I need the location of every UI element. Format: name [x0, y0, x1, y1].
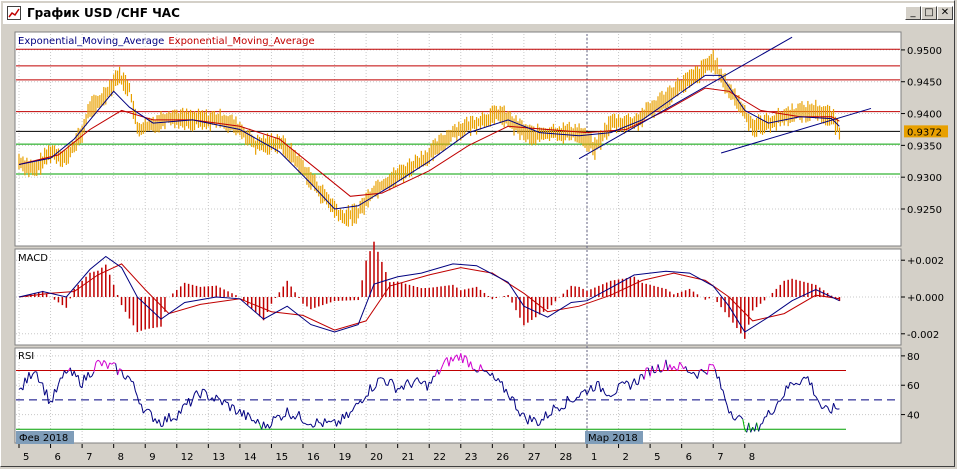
x-tick-label: 1	[591, 452, 597, 463]
rsi-segment	[821, 407, 824, 410]
rsi-segment	[653, 371, 657, 374]
macd-pane-title: MACD	[18, 253, 48, 264]
x-tick-label: 7	[717, 452, 723, 463]
current-price-label: 0.9372	[907, 127, 942, 138]
y-tick-label: 0.9350	[907, 141, 942, 152]
rsi-segment	[377, 377, 381, 379]
x-tick-label: 28	[559, 452, 572, 463]
rsi-segment	[571, 400, 574, 403]
x-tick-label: 22	[433, 452, 446, 463]
x-tick-label: 12	[181, 452, 194, 463]
month-label: Фев 2018	[19, 433, 68, 444]
rsi-segment	[38, 381, 41, 384]
y-tick-label: +0.000	[907, 293, 944, 304]
x-tick-label: 5	[654, 452, 660, 463]
x-tick-label: 26	[496, 452, 509, 463]
y-tick-label: 0.9450	[907, 78, 942, 89]
y-tick-label: 80	[907, 352, 920, 363]
y-tick-label: -0.002	[907, 330, 939, 341]
x-tick-label: 23	[465, 452, 478, 463]
x-tick-label: 16	[307, 452, 320, 463]
x-tick-label: 5	[23, 452, 29, 463]
x-tick-label: 21	[402, 452, 415, 463]
month-label: Мар 2018	[588, 433, 638, 444]
rsi-pane[interactable]	[14, 347, 902, 444]
chart-canvas[interactable]: 5 6 7 8 9 12 13 14 15 16 19 20 21 22 23 26 27 28 1 2 5 6 7 8Фев…	[1, 1, 956, 468]
x-tick-label: 13	[212, 452, 225, 463]
x-tick-label: 9	[149, 452, 155, 463]
x-tick-label: 2	[623, 452, 629, 463]
x-tick-label: 8	[749, 452, 755, 463]
x-tick-label: 15	[275, 452, 288, 463]
y-tick-label: 0.9400	[907, 110, 942, 121]
x-tick-label: 20	[370, 452, 383, 463]
y-tick-label: 0.9500	[907, 46, 942, 57]
rsi-segment	[835, 407, 838, 410]
x-tick-label: 6	[55, 452, 61, 463]
x-tick-label: 8	[118, 452, 124, 463]
ema-slow-legend: Exponential_Moving_Average	[168, 36, 314, 47]
ema-fast-legend: Exponential_Moving_Average	[18, 36, 164, 47]
x-tick-label: 14	[244, 452, 257, 463]
chart-window: График USD /CHF ЧАС _ □ ✕ 5 6 7 8 9 12 13 14 15 1…	[0, 0, 955, 467]
x-tick-label: 7	[86, 452, 92, 463]
y-tick-label: 0.9300	[907, 173, 942, 184]
x-tick-label: 19	[339, 452, 352, 463]
x-tick-label: 27	[528, 452, 541, 463]
y-tick-label: 40	[907, 411, 920, 422]
y-tick-label: 60	[907, 381, 920, 392]
x-tick-label: 6	[686, 452, 692, 463]
y-tick-label: 0.9250	[907, 205, 942, 216]
rsi-pane-title: RSI	[18, 351, 34, 362]
y-tick-label: +0.002	[907, 256, 944, 267]
